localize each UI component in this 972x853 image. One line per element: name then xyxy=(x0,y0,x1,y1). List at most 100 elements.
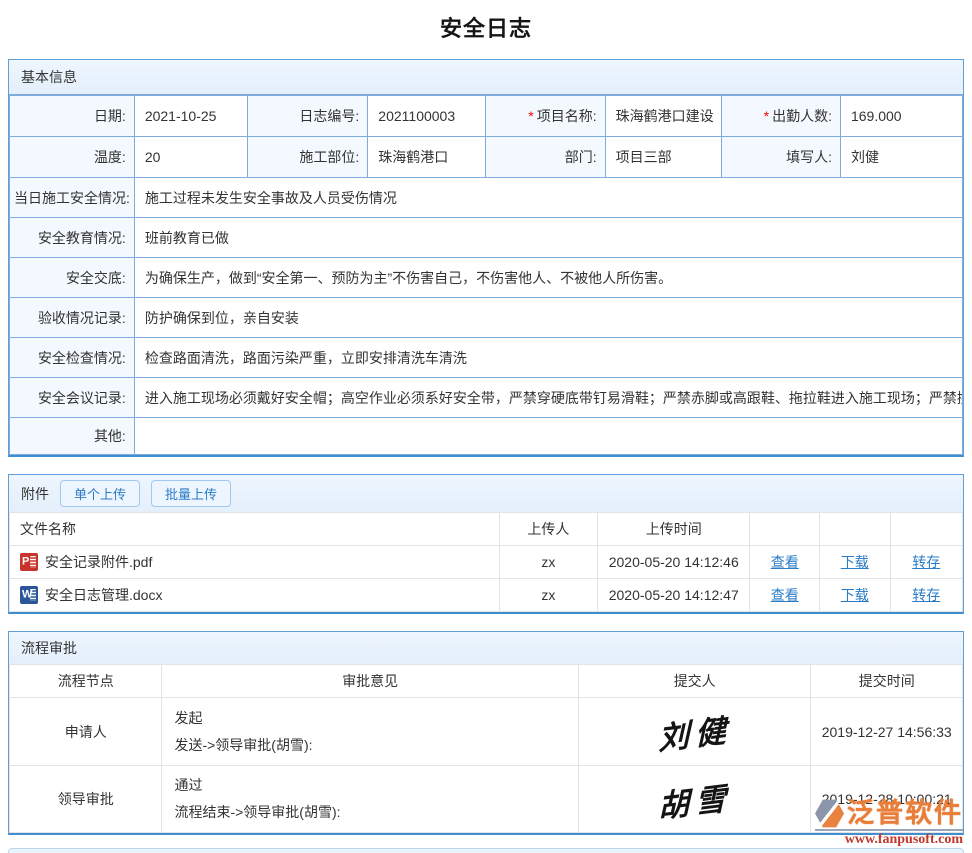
file-name-cell: P 安全记录附件.pdf xyxy=(10,546,500,579)
signature-liu-jian: 刘健 xyxy=(658,704,732,758)
safety-inspection-row: 安全检查情况: 检查路面清洗，路面污染严重，立即安排清洗车清洗 xyxy=(10,338,963,378)
submitter-cell: 刘健 xyxy=(578,698,811,766)
other-value xyxy=(134,418,962,455)
fanpu-logo-icon xyxy=(815,799,844,828)
action-column-header xyxy=(890,513,962,546)
approval-header-row: 流程节点 审批意见 提交人 提交时间 xyxy=(10,665,963,698)
attachments-header: 附件 单个上传 批量上传 xyxy=(9,475,963,512)
attachment-row-pdf: P 安全记录附件.pdf zx 2020-05-20 14:12:46 查看 下载… xyxy=(10,546,963,579)
action-column-header xyxy=(820,513,891,546)
date-value: 2021-10-25 xyxy=(134,96,247,137)
attendance-value: 169.000 xyxy=(840,96,962,137)
attachments-header-label: 附件 xyxy=(21,484,49,504)
upload-time-cell: 2020-05-20 14:12:46 xyxy=(598,546,750,579)
acceptance-record-value: 防护确保到位，亲自安装 xyxy=(134,298,962,338)
view-link[interactable]: 查看 xyxy=(771,587,799,603)
safety-education-label: 安全教育情况: xyxy=(10,218,135,258)
save-as-link[interactable]: 转存 xyxy=(912,554,940,570)
attachments-header-row: 文件名称 上传人 上传时间 xyxy=(10,513,963,546)
flow-node-cell: 领导审批 xyxy=(10,766,162,833)
basic-info-table: 日期: 2021-10-25 日志编号: 2021100003 *项目名称: 珠… xyxy=(9,95,963,455)
file-name: 安全日志管理.docx xyxy=(45,587,162,603)
uploader-column-header: 上传人 xyxy=(499,513,597,546)
basic-row-1: 日期: 2021-10-25 日志编号: 2021100003 *项目名称: 珠… xyxy=(10,96,963,137)
download-link[interactable]: 下载 xyxy=(841,554,869,570)
upload-time-column-header: 上传时间 xyxy=(598,513,750,546)
other-label: 其他: xyxy=(10,418,135,455)
word-file-icon: W xyxy=(20,586,38,604)
required-asterisk: * xyxy=(528,108,533,124)
writer-label: 填写人: xyxy=(721,137,840,178)
temperature-value: 20 xyxy=(134,137,247,178)
opinion-line: 发送->领导审批(胡雪): xyxy=(174,732,565,759)
approval-opinion-cell: 发起 发送->领导审批(胡雪): xyxy=(162,698,578,766)
safety-briefing-value: 为确保生产，做到“安全第一、预防为主”不伤害自己，不伤害他人、不被他人所伤害。 xyxy=(134,258,962,298)
basic-info-header: 基本信息 xyxy=(9,60,963,95)
download-link[interactable]: 下载 xyxy=(841,587,869,603)
temperature-label: 温度: xyxy=(10,137,135,178)
acceptance-record-label: 验收情况记录: xyxy=(10,298,135,338)
safety-education-row: 安全教育情况: 班前教育已做 xyxy=(10,218,963,258)
safety-situation-label: 当日施工安全情况: xyxy=(10,178,135,218)
project-name-label: *项目名称: xyxy=(486,96,605,137)
approval-row-applicant: 申请人 发起 发送->领导审批(胡雪): 刘健 2019-12-27 14:56… xyxy=(10,698,963,766)
safety-situation-value: 施工过程未发生安全事故及人员受伤情况 xyxy=(134,178,962,218)
safety-briefing-row: 安全交底: 为确保生产，做到“安全第一、预防为主”不伤害自己，不伤害他人、不被他… xyxy=(10,258,963,298)
approval-flow-header-label: 流程审批 xyxy=(21,638,77,658)
basic-info-header-label: 基本信息 xyxy=(21,67,77,87)
file-name-cell: W 安全日志管理.docx xyxy=(10,579,500,612)
construction-part-value: 珠海鹤港口 xyxy=(368,137,486,178)
submitter-column-header: 提交人 xyxy=(578,665,811,698)
safety-education-value: 班前教育已做 xyxy=(134,218,962,258)
approval-flow-header: 流程审批 xyxy=(9,632,963,664)
submit-time-column-header: 提交时间 xyxy=(811,665,963,698)
safety-situation-row: 当日施工安全情况: 施工过程未发生安全事故及人员受伤情况 xyxy=(10,178,963,218)
view-link[interactable]: 查看 xyxy=(771,554,799,570)
single-upload-button[interactable]: 单个上传 xyxy=(60,480,140,507)
construction-part-label: 施工部位: xyxy=(248,137,368,178)
uploader-cell: zx xyxy=(499,579,597,612)
log-number-label: 日志编号: xyxy=(248,96,368,137)
file-name-column-header: 文件名称 xyxy=(10,513,500,546)
basic-row-2: 温度: 20 施工部位: 珠海鹤港口 部门: 项目三部 填写人: 刘健 xyxy=(10,137,963,178)
attachment-row-word: W 安全日志管理.docx zx 2020-05-20 14:12:47 查看 下… xyxy=(10,579,963,612)
safety-meeting-row: 安全会议记录: 进入施工现场必须戴好安全帽；高空作业必须系好安全带，严禁穿硬底带… xyxy=(10,378,963,418)
other-row: 其他: xyxy=(10,418,963,455)
opinion-line: 通过 xyxy=(174,772,565,799)
upload-time-cell: 2020-05-20 14:12:47 xyxy=(598,579,750,612)
opinion-line: 发起 xyxy=(174,705,565,732)
page-title: 安全日志 xyxy=(0,11,972,43)
fanpu-watermark: 泛普软件 www.fanpusoft.com xyxy=(815,799,963,848)
signature-hu-xue: 胡雪 xyxy=(658,772,732,826)
submit-time-cell: 2019-12-27 14:56:33 xyxy=(811,698,963,766)
basic-info-section: 基本信息 日期: 2021-10-25 日志编号: 2021100003 *项目… xyxy=(8,59,964,457)
required-asterisk: * xyxy=(764,108,769,124)
attachments-section: 附件 单个上传 批量上传 文件名称 上传人 上传时间 P 安全记录附件.pdf z… xyxy=(8,474,964,614)
department-value: 项目三部 xyxy=(605,137,721,178)
flow-node-column-header: 流程节点 xyxy=(10,665,162,698)
safety-briefing-label: 安全交底: xyxy=(10,258,135,298)
safety-meeting-label: 安全会议记录: xyxy=(10,378,135,418)
project-name-value: 珠海鹤港口建设 xyxy=(605,96,721,137)
date-label: 日期: xyxy=(10,96,135,137)
safety-inspection-label: 安全检查情况: xyxy=(10,338,135,378)
file-name: 安全记录附件.pdf xyxy=(45,554,152,570)
log-number-value: 2021100003 xyxy=(368,96,486,137)
batch-upload-button[interactable]: 批量上传 xyxy=(151,480,231,507)
save-as-link[interactable]: 转存 xyxy=(912,587,940,603)
safety-inspection-value: 检查路面清洗，路面污染严重，立即安排清洗车清洗 xyxy=(134,338,962,378)
flow-node-cell: 申请人 xyxy=(10,698,162,766)
uploader-cell: zx xyxy=(499,546,597,579)
submitter-cell: 胡雪 xyxy=(578,766,811,833)
approval-opinion-column-header: 审批意见 xyxy=(162,665,578,698)
approval-opinion-cell: 通过 流程结束->领导审批(胡雪): xyxy=(162,766,578,833)
fanpu-brand-text: 泛普软件 xyxy=(847,800,963,827)
safety-meeting-value: 进入施工现场必须戴好安全帽；高空作业必须系好安全带，严禁穿硬底带钉易滑鞋；严禁赤… xyxy=(134,378,962,418)
action-column-header xyxy=(750,513,820,546)
fanpu-website-url: www.fanpusoft.com xyxy=(815,829,963,848)
attachments-table: 文件名称 上传人 上传时间 P 安全记录附件.pdf zx 2020-05-20 … xyxy=(9,512,963,612)
acceptance-record-row: 验收情况记录: 防护确保到位，亲自安装 xyxy=(10,298,963,338)
pdf-file-icon: P xyxy=(20,553,38,571)
attendance-label: *出勤人数: xyxy=(721,96,840,137)
opinion-line: 流程结束->领导审批(胡雪): xyxy=(174,799,565,826)
